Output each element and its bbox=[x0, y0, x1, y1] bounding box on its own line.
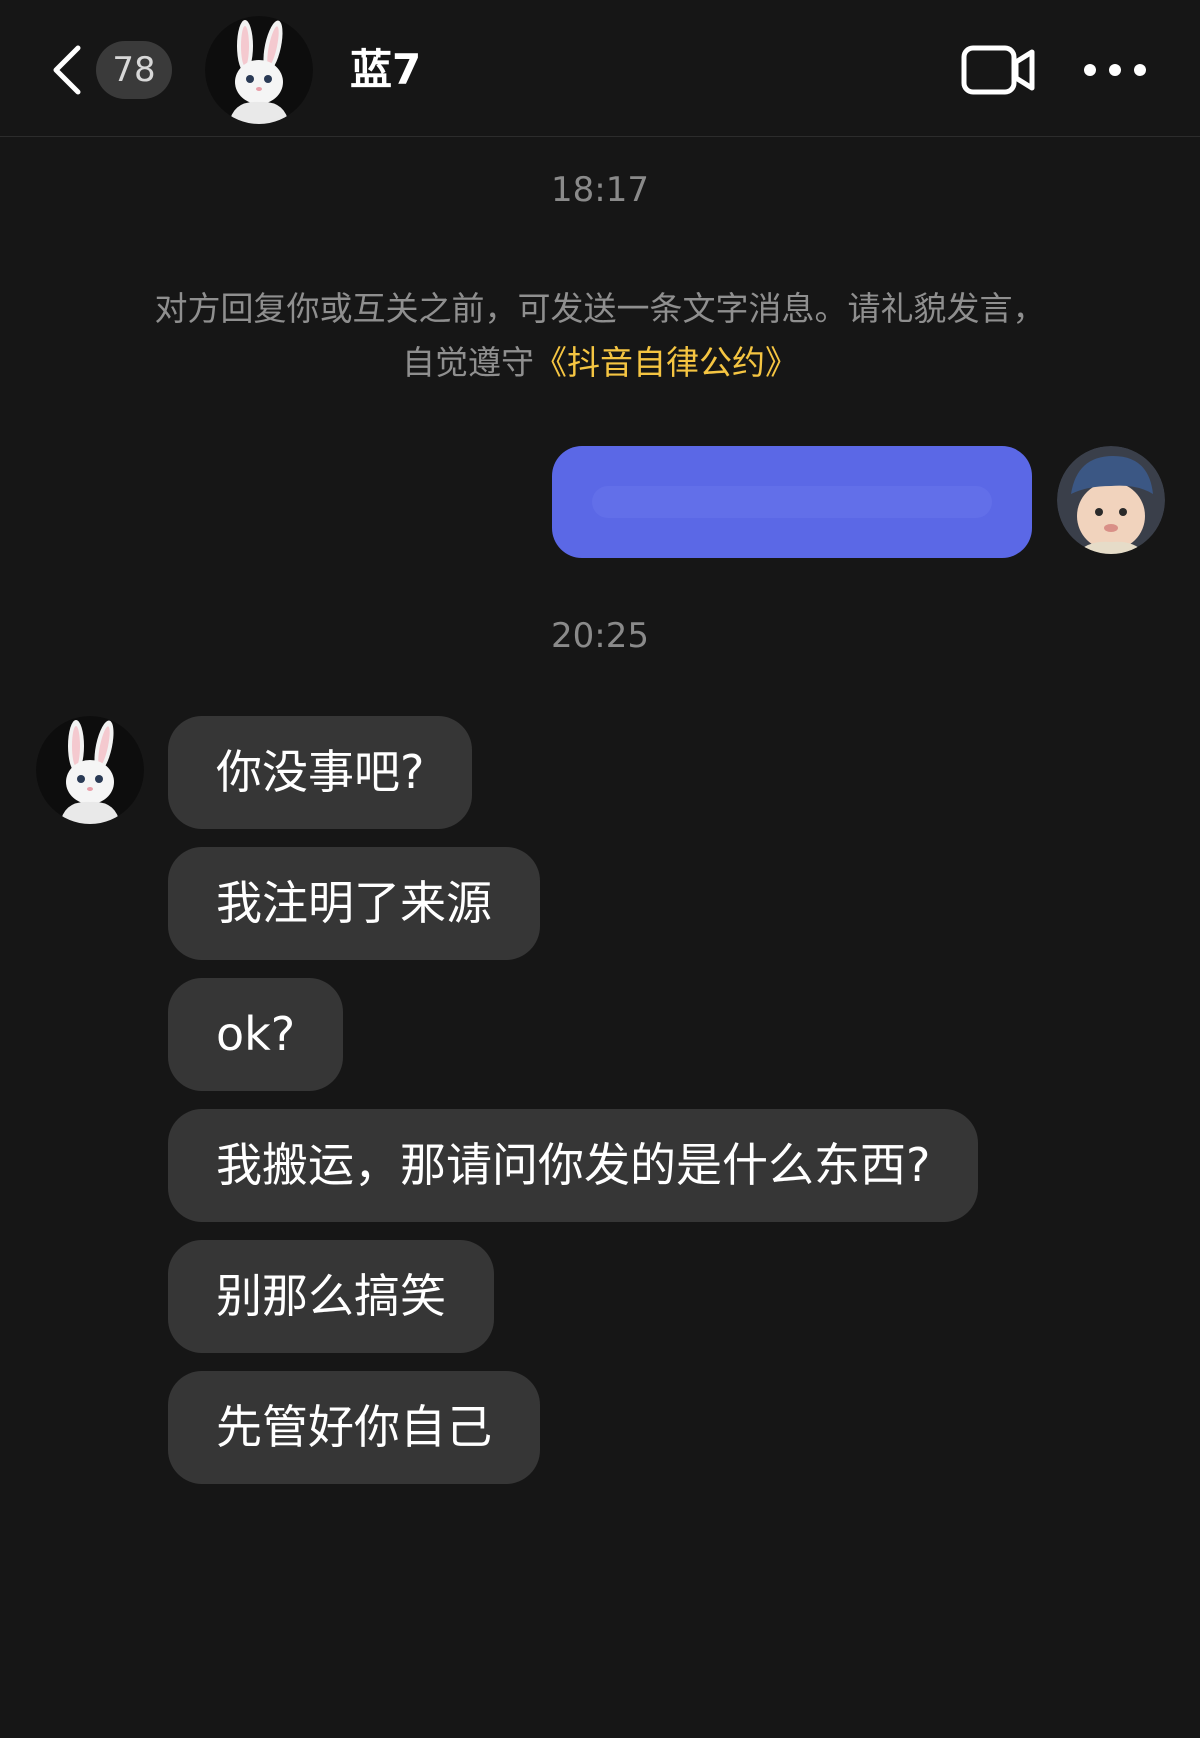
message-timestamp: 20:25 bbox=[551, 616, 649, 656]
chat-header: 78 蓝7 bbox=[0, 0, 1200, 137]
more-dots-icon bbox=[1082, 64, 1148, 94]
received-message-bubble[interactable]: 先管好你自己 bbox=[168, 1371, 540, 1484]
contact-avatar[interactable] bbox=[205, 16, 313, 124]
unread-count-badge: 78 bbox=[96, 41, 172, 99]
video-camera-icon bbox=[960, 45, 1036, 102]
blurred-message-content bbox=[592, 486, 992, 518]
chevron-left-icon bbox=[52, 42, 88, 98]
self-avatar[interactable] bbox=[1057, 446, 1165, 554]
sent-message-bubble[interactable] bbox=[552, 446, 1032, 558]
received-message-bubble[interactable]: 你没事吧? bbox=[168, 716, 473, 829]
contact-message-avatar[interactable] bbox=[36, 716, 144, 824]
video-call-button[interactable] bbox=[960, 42, 1036, 98]
message-timestamp: 18:17 bbox=[551, 170, 649, 210]
received-message-bubble[interactable]: 我注明了来源 bbox=[168, 847, 540, 960]
received-message-bubble[interactable]: ok? bbox=[168, 978, 344, 1091]
more-options-button[interactable] bbox=[1082, 50, 1148, 90]
back-button[interactable]: 78 bbox=[52, 40, 182, 100]
community-guidelines-link[interactable]: 《抖音自律公约》 bbox=[534, 343, 798, 382]
received-message-bubble[interactable]: 别那么搞笑 bbox=[168, 1240, 494, 1353]
messaging-notice: 对方回复你或互关之前，可发送一条文字消息。请礼貌发言，自觉遵守《抖音自律公约》 bbox=[140, 282, 1060, 390]
received-message-bubble[interactable]: 我搬运，那请问你发的是什么东西? bbox=[168, 1109, 979, 1222]
contact-name[interactable]: 蓝7 bbox=[350, 40, 421, 100]
